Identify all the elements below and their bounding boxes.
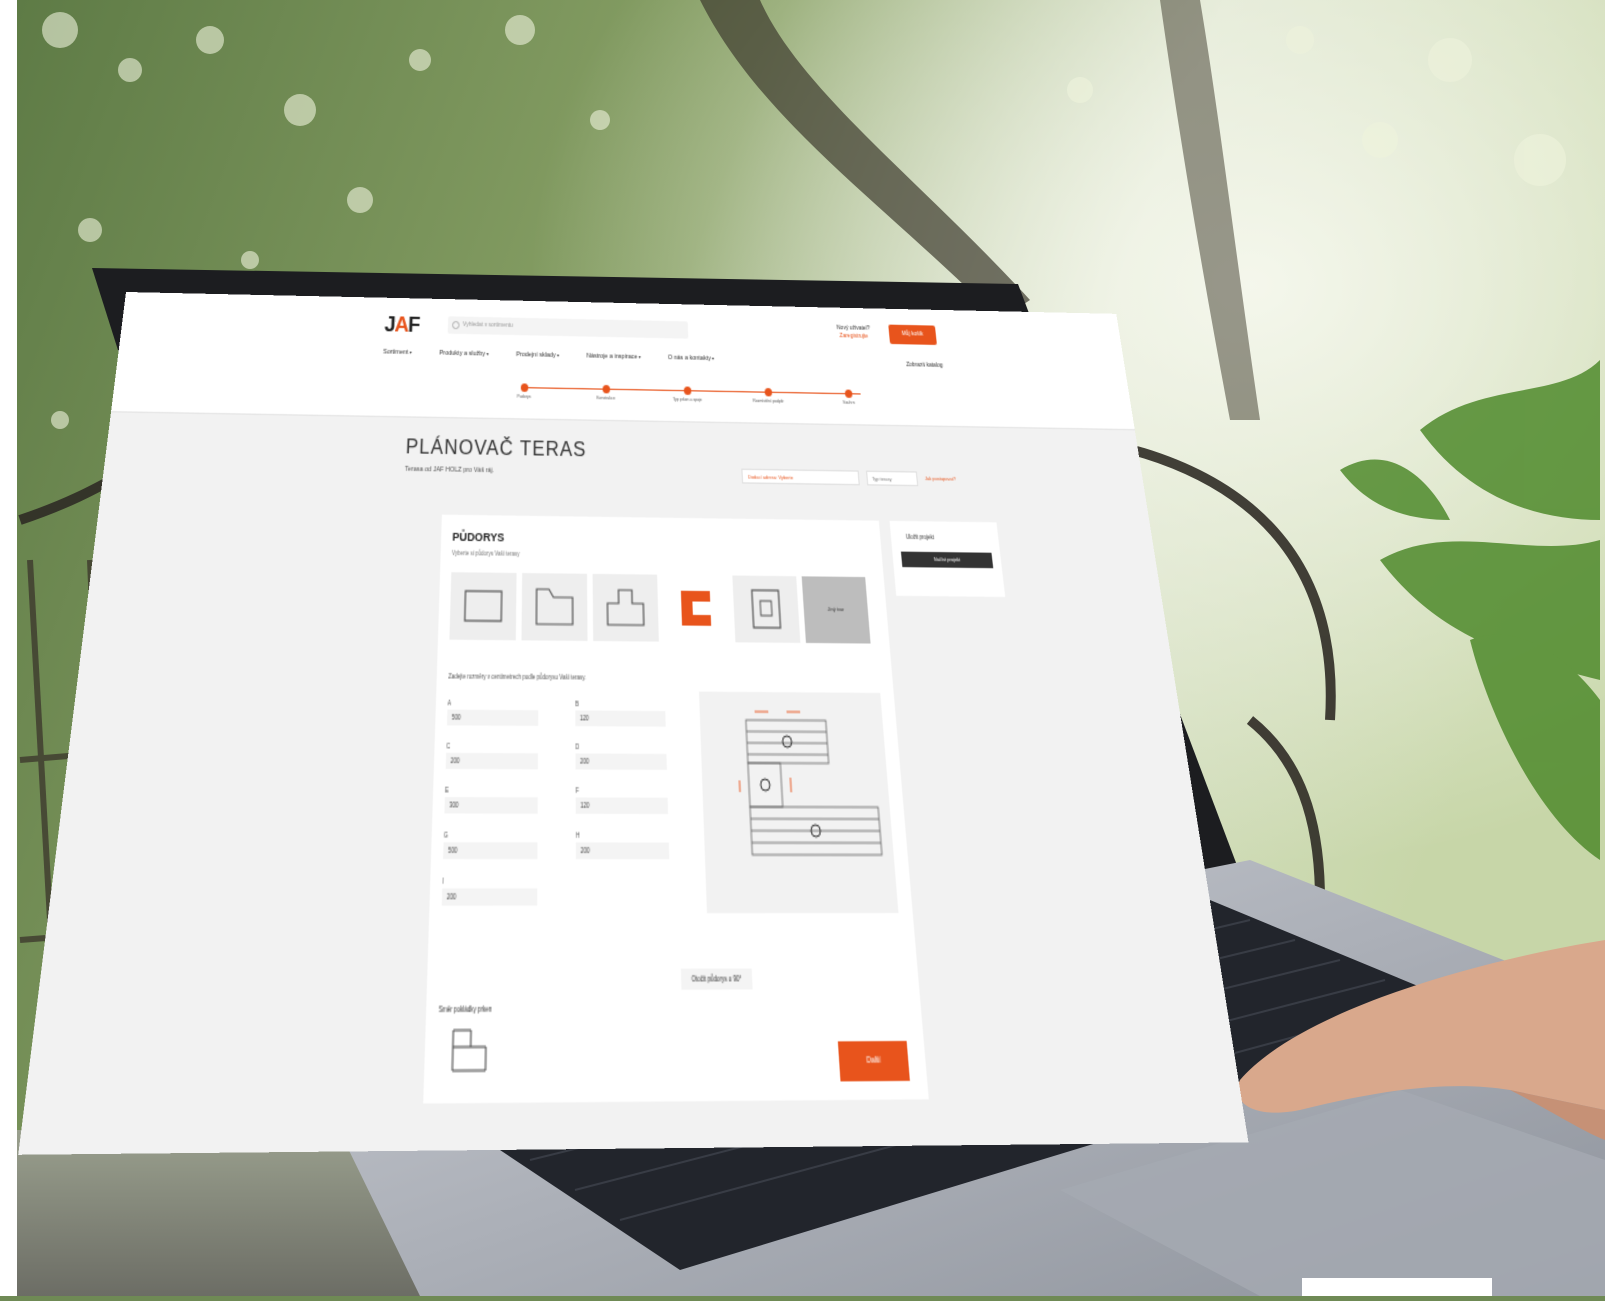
catalog-link[interactable]: Zobrazit katalog bbox=[906, 362, 943, 370]
step-5[interactable]: Souhrn bbox=[811, 389, 885, 406]
nav-item-sortiment[interactable]: Sortiment bbox=[383, 349, 412, 357]
step-label: Typ prken a spoje bbox=[673, 397, 702, 402]
nav-item-services[interactable]: Produkty a služby bbox=[439, 350, 489, 358]
project-card: Uložit projekt Načíst projekt bbox=[890, 521, 1006, 597]
search-icon bbox=[452, 321, 460, 329]
login-label: Nový uživatel? bbox=[836, 325, 870, 333]
dim-input-a[interactable]: 500 bbox=[447, 710, 538, 726]
shape-l[interactable] bbox=[521, 573, 587, 641]
orientation-label: Směr pokládky prken bbox=[439, 1005, 492, 1014]
dim-input-c[interactable]: 200 bbox=[446, 753, 538, 769]
dim-label: E bbox=[445, 787, 449, 794]
dim-input-g[interactable]: 500 bbox=[443, 842, 537, 859]
step-dot bbox=[764, 388, 772, 396]
corner-label-box bbox=[1302, 1278, 1492, 1296]
page-title: PLÁNOVAČ TERAS bbox=[405, 435, 586, 463]
main-nav: Sortiment Produkty a služby Prodejní skl… bbox=[383, 349, 714, 363]
dim-input-e[interactable]: 300 bbox=[444, 797, 537, 814]
jaf-logo[interactable]: JAF bbox=[384, 313, 420, 339]
login-link[interactable]: Nový uživatel? Zaregistrujte bbox=[836, 325, 871, 342]
u-shape-icon bbox=[674, 585, 718, 631]
t-shape-icon bbox=[604, 585, 647, 631]
step-4[interactable]: Rozmístění podpěr bbox=[731, 387, 805, 404]
step-label: Půdorys bbox=[517, 394, 531, 399]
shape-t[interactable] bbox=[593, 574, 659, 642]
dim-label: A bbox=[447, 700, 451, 707]
search-placeholder: Vyhledat v sortimentu bbox=[463, 321, 513, 329]
rectangle-shape-icon bbox=[461, 583, 505, 629]
shape-options: Jiný tvar bbox=[449, 572, 870, 643]
address-select[interactable]: Dodací adresa: Vyberte bbox=[741, 469, 859, 486]
step-label: Rozmístění podpěr bbox=[753, 398, 784, 403]
l-shape-icon bbox=[533, 584, 576, 630]
dim-label: B bbox=[575, 701, 579, 708]
step-1[interactable]: Půdorys bbox=[486, 383, 561, 400]
dim-input-d[interactable]: 200 bbox=[575, 753, 666, 769]
dim-input-f[interactable]: 120 bbox=[576, 797, 668, 814]
register-link[interactable]: Zaregistrujte bbox=[837, 333, 871, 342]
step-dot bbox=[683, 386, 691, 394]
save-project-link[interactable]: Uložit projekt bbox=[906, 534, 935, 541]
floorplan-preview bbox=[699, 692, 898, 914]
dimension-inputs: A 500 B 120 C 200 D 200 E 300 F 120 G 50… bbox=[442, 697, 697, 906]
panel-title: PŮDORYS bbox=[452, 530, 504, 545]
dim-label: D bbox=[575, 743, 579, 750]
nav-item-about[interactable]: O nás a kontakty bbox=[668, 354, 715, 362]
dim-label: C bbox=[446, 743, 450, 750]
step-dot bbox=[520, 383, 528, 392]
nav-item-stores[interactable]: Prodejní sklady bbox=[516, 351, 559, 359]
dim-label: F bbox=[576, 787, 579, 794]
frame-shape-icon bbox=[744, 586, 789, 632]
cart-button[interactable]: Můj košík bbox=[888, 325, 937, 345]
floorplan-drawing bbox=[699, 692, 898, 914]
help-link[interactable]: Jak postupovat? bbox=[925, 475, 956, 482]
dimension-hint: Zadejte rozměry v centimetrech podle půd… bbox=[448, 673, 586, 681]
dim-input-b[interactable]: 120 bbox=[575, 710, 665, 726]
dim-input-h[interactable]: 200 bbox=[576, 842, 669, 859]
load-project-button[interactable]: Načíst projekt bbox=[901, 552, 993, 569]
terrace-type-select[interactable]: Typ terasy bbox=[866, 471, 918, 487]
left-border bbox=[0, 0, 17, 1296]
step-label: Konstrukce bbox=[597, 396, 616, 401]
floorplan-panel: PŮDORYS Vyberte si půdorys Vaší terasy J… bbox=[423, 515, 929, 1104]
step-dot bbox=[844, 390, 852, 398]
dim-label: G bbox=[444, 832, 448, 840]
shape-other[interactable]: Jiný tvar bbox=[802, 576, 871, 643]
step-label: Souhrn bbox=[843, 400, 855, 405]
step-dot bbox=[602, 385, 610, 393]
shape-frame[interactable] bbox=[732, 576, 800, 643]
dim-label: I bbox=[442, 878, 444, 886]
step-3[interactable]: Typ prken a spoje bbox=[650, 386, 724, 403]
search-input[interactable]: Vyhledat v sortimentu bbox=[448, 316, 689, 338]
dim-input-i[interactable]: 200 bbox=[442, 888, 538, 905]
rotate-button[interactable]: Otočit půdorys o 90° bbox=[681, 968, 753, 989]
next-button[interactable]: Další bbox=[838, 1041, 910, 1081]
panel-subtitle: Vyberte si půdorys Vaší terasy bbox=[452, 550, 520, 557]
shape-rectangle[interactable] bbox=[449, 572, 516, 640]
orientation-icon[interactable] bbox=[450, 1027, 489, 1074]
page-subtitle: Terasa od JAF HOLZ pro Váš ráj. bbox=[405, 466, 494, 475]
dim-label: H bbox=[576, 832, 580, 840]
shape-u-selected[interactable] bbox=[663, 575, 730, 643]
step-2[interactable]: Konstrukce bbox=[569, 384, 643, 401]
laptop-screen: JAF Vyhledat v sortimentu Nový uživatel?… bbox=[18, 292, 1248, 1155]
nav-item-tools[interactable]: Nástroje a inspirace bbox=[586, 353, 640, 361]
logo-accent-letter: A bbox=[394, 313, 409, 338]
